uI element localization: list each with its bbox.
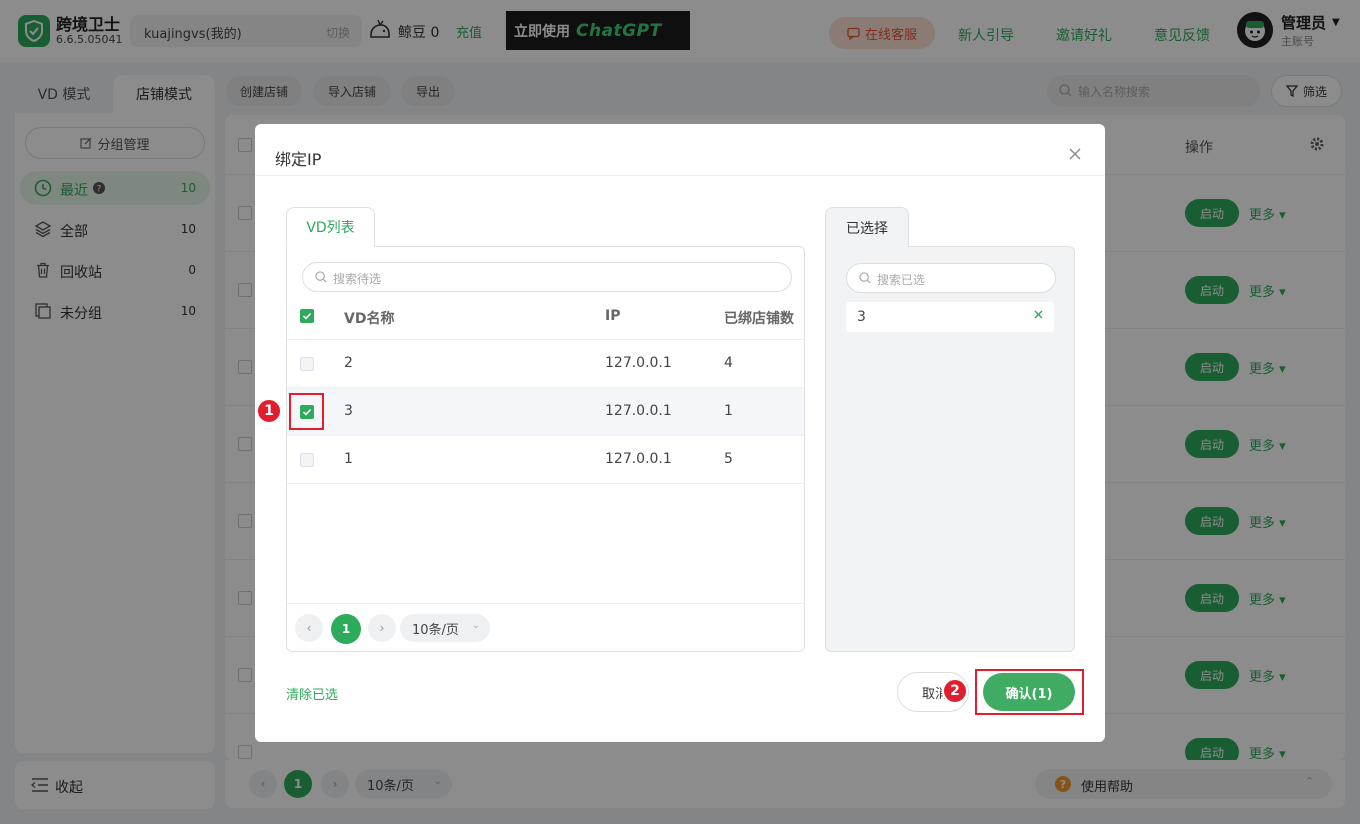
vd-list-panel: 搜索待选 VD名称 IP 已绑店铺数 2 127.0.0.1 4 3 127.0…	[286, 246, 805, 652]
column-header-vd-name: VD名称	[344, 311, 395, 327]
pager-divider	[287, 603, 804, 604]
selected-panel: 搜索已选 3	[825, 246, 1075, 652]
vd-next-page-button[interactable]: ›	[368, 614, 396, 642]
selected-search-placeholder: 搜索已选	[877, 273, 926, 287]
select-all-vd-checkbox[interactable]	[300, 309, 314, 323]
vd-name: 3	[344, 403, 353, 419]
clear-selected-link[interactable]: 清除已选	[286, 684, 338, 703]
highlight-box-checkbox	[289, 393, 324, 430]
highlight-box-confirm	[975, 669, 1084, 715]
column-header-bound-count: 已绑店铺数	[724, 311, 794, 327]
vd-bound-count: 4	[724, 355, 733, 371]
vd-page-size-select[interactable]: 10条/页 ⌄	[400, 614, 490, 642]
vd-ip: 127.0.0.1	[605, 451, 672, 467]
vd-row-checkbox[interactable]	[300, 453, 314, 467]
dialog-divider	[255, 175, 1105, 176]
vd-ip: 127.0.0.1	[605, 403, 672, 419]
vd-row-checkbox[interactable]	[300, 357, 314, 371]
vd-prev-page-button[interactable]: ‹	[295, 614, 323, 642]
vd-row[interactable]: 3 127.0.0.1 1	[287, 387, 804, 435]
vd-ip: 127.0.0.1	[605, 355, 672, 371]
remove-icon[interactable]	[1033, 309, 1044, 320]
vd-search-input[interactable]: 搜索待选	[302, 262, 792, 292]
bind-ip-dialog: 绑定IP VD列表 搜索待选 VD名称 IP 已绑店铺数 2 127.0.0.1…	[255, 124, 1105, 742]
vd-bound-count: 1	[724, 403, 733, 419]
vd-bound-count: 5	[724, 451, 733, 467]
selected-item-label: 3	[857, 309, 866, 325]
tab-selected[interactable]: 已选择	[825, 207, 909, 247]
row-divider	[287, 483, 804, 484]
vd-row[interactable]: 1 127.0.0.1 5	[287, 435, 804, 483]
vd-page-size-label: 10条/页	[412, 622, 459, 638]
chevron-down-icon: ⌄	[471, 620, 480, 631]
close-icon[interactable]	[1069, 148, 1081, 160]
check-icon	[302, 312, 312, 320]
vd-page-1-button[interactable]: 1	[331, 614, 361, 644]
step-marker-2: 2	[942, 678, 968, 704]
selected-item: 3	[846, 302, 1054, 332]
vd-row[interactable]: 2 127.0.0.1 4	[287, 339, 804, 387]
step-marker-1: 1	[256, 398, 282, 424]
vd-name: 2	[344, 355, 353, 371]
column-header-ip: IP	[605, 308, 621, 324]
search-icon	[315, 271, 327, 283]
dialog-title: 绑定IP	[275, 150, 322, 169]
tab-vd-list[interactable]: VD列表	[286, 207, 375, 247]
vd-name: 1	[344, 451, 353, 467]
vd-search-placeholder: 搜索待选	[333, 272, 382, 286]
selected-search-input[interactable]: 搜索已选	[846, 263, 1056, 293]
search-icon	[859, 272, 871, 284]
